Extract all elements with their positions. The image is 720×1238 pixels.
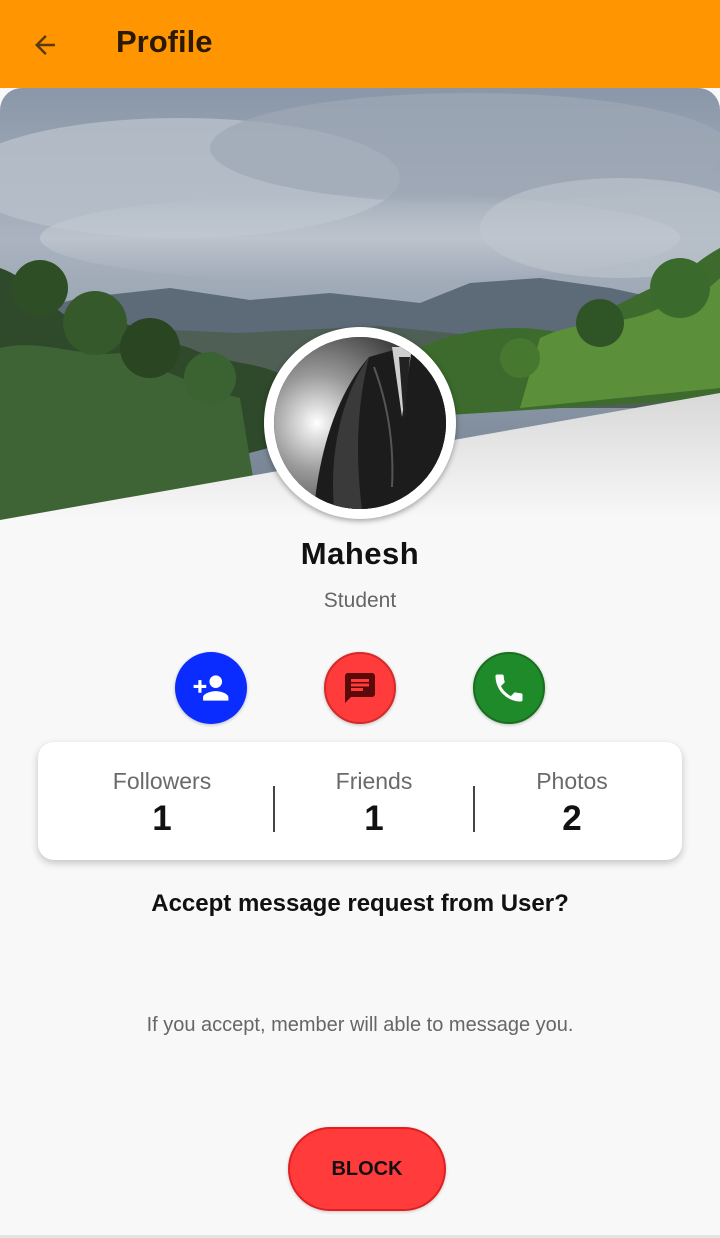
message-button[interactable]: [324, 652, 396, 724]
photos-stat[interactable]: Photos 2: [472, 768, 672, 839]
stats-card: Followers 1 Friends 1 Photos 2: [38, 742, 682, 860]
request-question: Accept message request from User?: [151, 890, 569, 917]
photos-label: Photos: [536, 768, 608, 794]
arrow-left-icon: [35, 35, 55, 55]
user-role: Student: [323, 589, 397, 612]
block-button[interactable]: BLOCK: [288, 1127, 446, 1211]
page-title: Profile: [116, 24, 213, 59]
followers-count: 1: [152, 799, 172, 838]
friends-label: Friends: [335, 768, 413, 794]
add-friend-button[interactable]: [175, 652, 247, 724]
followers-label: Followers: [112, 768, 212, 794]
user-name: Mahesh: [300, 536, 420, 571]
call-button[interactable]: [473, 652, 545, 724]
message-icon: [345, 673, 375, 703]
phone-icon: [495, 674, 523, 702]
friends-count: 1: [364, 799, 384, 838]
friends-stat[interactable]: Friends 1: [274, 768, 474, 839]
back-button[interactable]: [22, 22, 68, 68]
request-info: If you accept, member will able to messa…: [146, 1014, 574, 1036]
avatar[interactable]: [264, 327, 456, 519]
app-bar: Profile: [0, 0, 720, 88]
person-add-icon: [193, 675, 229, 701]
photos-count: 2: [562, 799, 582, 838]
avatar-image: [274, 337, 446, 509]
followers-stat[interactable]: Followers 1: [62, 768, 262, 839]
